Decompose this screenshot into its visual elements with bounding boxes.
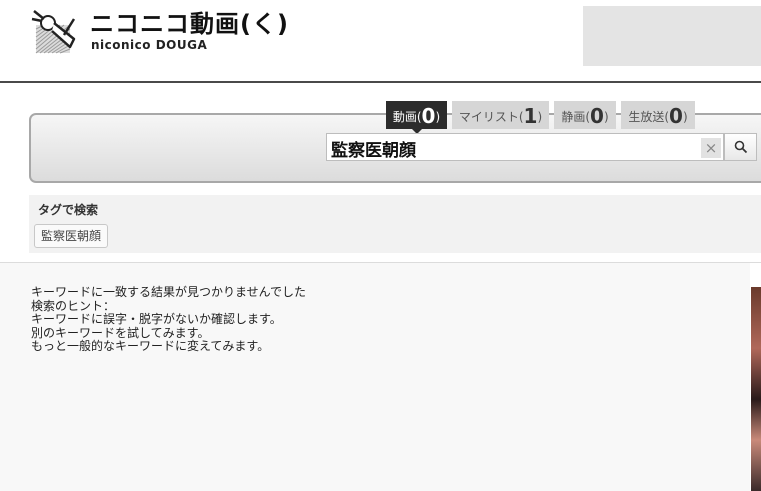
hint-line: キーワードに誤字・脱字がないか確認します。 — [31, 312, 282, 326]
tab-live-label: 生放送( — [628, 110, 670, 124]
search-input[interactable] — [326, 133, 724, 161]
logo-title[interactable]: ニコニコ動画(く) — [90, 10, 289, 38]
tag-link[interactable]: 監察医朝顔 — [34, 224, 109, 248]
logo-subtitle: niconico DOUGA — [91, 38, 208, 52]
tab-seiga-label: 静画( — [561, 110, 591, 124]
search-button[interactable] — [724, 133, 757, 161]
header: ニコニコ動画(く) niconico DOUGA — [0, 0, 761, 83]
no-results-message: キーワードに一致する結果が見つかりませんでした 検索のヒント： キーワードに誤字… — [31, 285, 551, 354]
tab-seiga-count: 0 — [590, 104, 604, 128]
tab-live-count: 0 — [669, 104, 683, 128]
hint-line: もっと一般的なキーワードに変えてみます。 — [31, 339, 270, 353]
clear-search-button[interactable]: × — [701, 138, 721, 158]
niconico-logo-icon[interactable] — [30, 9, 78, 55]
tab-video-count: 0 — [421, 104, 436, 128]
search-icon — [734, 140, 748, 154]
ad-banner — [583, 6, 761, 66]
tab-seiga-close: ) — [603, 110, 609, 124]
tab-video[interactable]: 動画(0) — [386, 101, 447, 134]
hint-heading: 検索のヒント： — [31, 298, 116, 313]
no-results-text: キーワードに一致する結果が見つかりませんでした — [31, 285, 307, 299]
tab-seiga[interactable]: 静画(0) — [554, 101, 616, 129]
tag-search-heading: タグで検索 — [38, 203, 99, 217]
thumbnail-image[interactable] — [751, 287, 761, 491]
tag-search-panel — [29, 195, 761, 253]
tab-mylist[interactable]: マイリスト(1) — [452, 101, 549, 129]
tab-video-close: ) — [435, 110, 441, 124]
tab-mylist-close: ) — [537, 110, 543, 124]
tab-live-close: ) — [682, 110, 688, 124]
tab-mylist-label: マイリスト( — [458, 110, 524, 124]
hint-line: 別のキーワードを試してみます。 — [31, 325, 210, 340]
tab-video-label: 動画( — [392, 110, 422, 124]
tab-live[interactable]: 生放送(0) — [621, 101, 695, 129]
tab-mylist-count: 1 — [523, 104, 538, 128]
